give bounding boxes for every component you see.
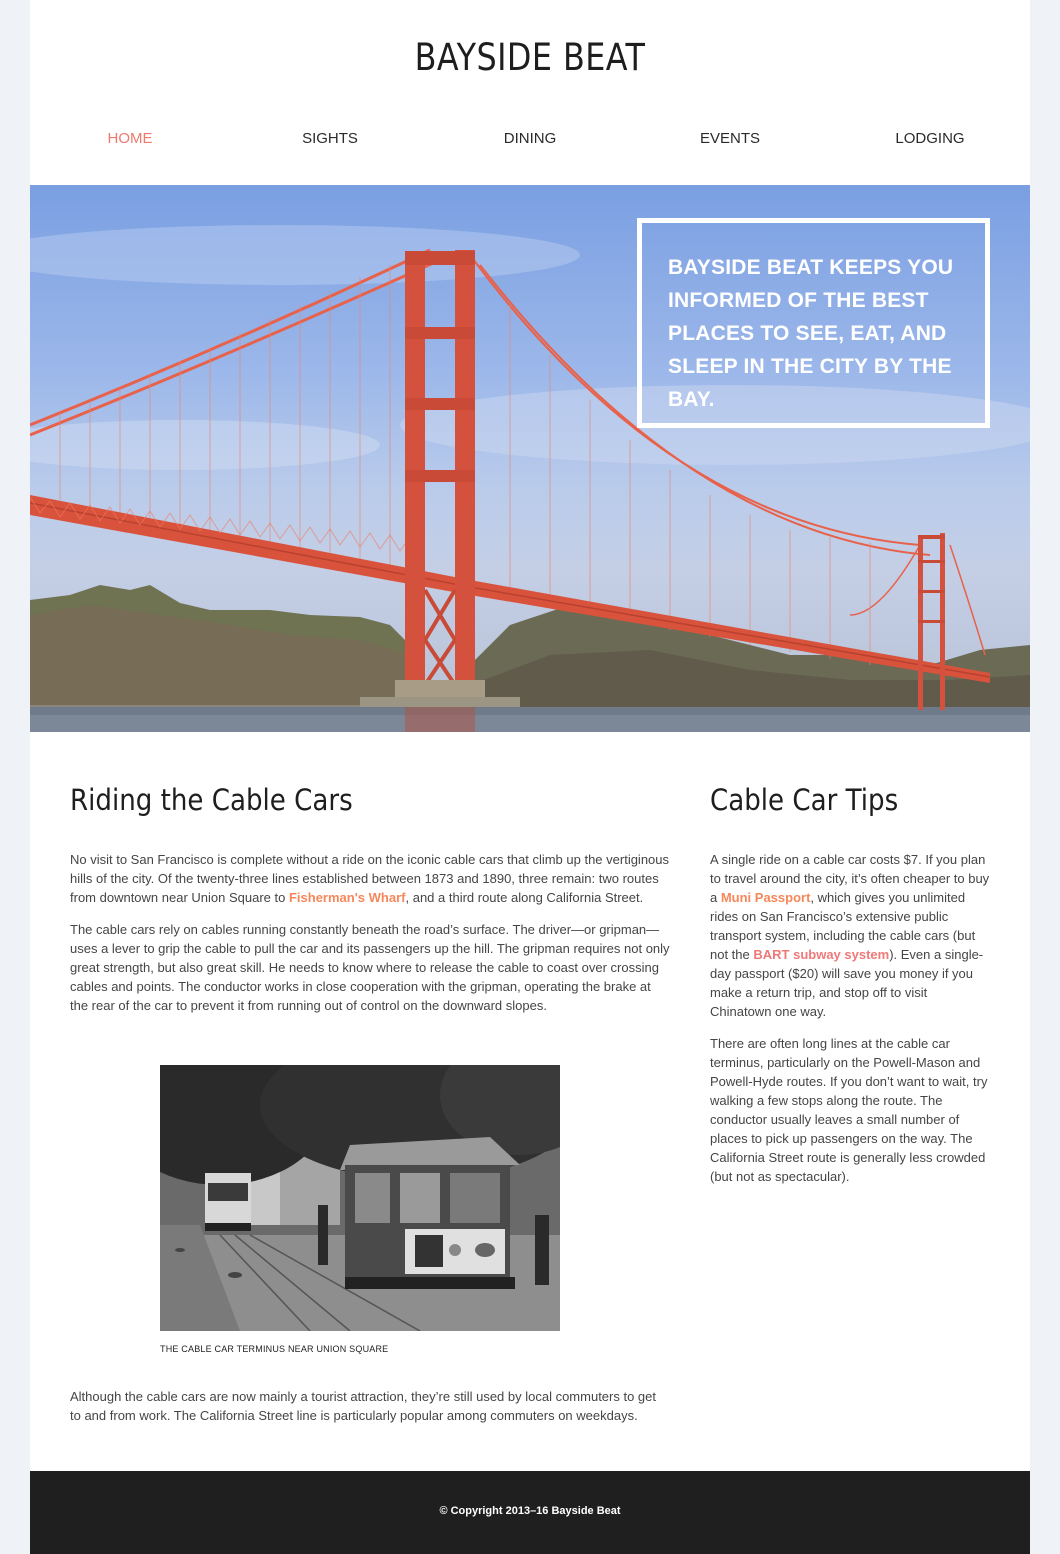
- nav-item-events[interactable]: EVENTS: [630, 129, 830, 153]
- bart-subway-link[interactable]: BART subway system: [753, 947, 889, 962]
- nav-item-dining[interactable]: DINING: [430, 129, 630, 153]
- nav-item-home[interactable]: HOME: [30, 129, 230, 153]
- figure-caption: THE CABLE CAR TERMINUS NEAR UNION SQUARE: [160, 1344, 389, 1354]
- hero-banner: BAYSIDE BEAT KEEPS YOU INFORMED OF THE B…: [30, 185, 1030, 732]
- cable-car-image: [160, 1065, 560, 1331]
- page-container: BAYSIDE BEAT HOME SIGHTS DINING EVENTS L…: [30, 0, 1030, 1554]
- nav-item-sights[interactable]: SIGHTS: [230, 129, 430, 153]
- main-article: Riding the Cable Cars No visit to San Fr…: [70, 780, 670, 1423]
- site-footer: © Copyright 2013–16 Bayside Beat: [30, 1471, 1030, 1554]
- main-nav: HOME SIGHTS DINING EVENTS LODGING: [30, 129, 1030, 153]
- copyright-text: © Copyright 2013–16 Bayside Beat: [439, 1505, 621, 1517]
- article-paragraph: Although the cable cars are now mainly a…: [70, 1389, 657, 1423]
- article-paragraph: The cable cars rely on cables running co…: [70, 922, 670, 1013]
- site-title: BAYSIDE BEAT: [414, 36, 646, 79]
- article-paragraph: No visit to San Francisco is complete wi…: [70, 850, 670, 907]
- cable-car-figure: THE CABLE CAR TERMINUS NEAR UNION SQUARE: [160, 1065, 560, 1354]
- hero-tagline-box: BAYSIDE BEAT KEEPS YOU INFORMED OF THE B…: [637, 218, 990, 428]
- sidebar-heading: Cable Car Tips: [710, 783, 899, 817]
- sidebar-paragraph: There are often long lines at the cable …: [710, 1036, 988, 1184]
- cable-car-photo: [160, 1065, 560, 1331]
- hero-tagline: BAYSIDE BEAT KEEPS YOU INFORMED OF THE B…: [668, 256, 954, 411]
- paragraph-text: , and a third route along California Str…: [405, 890, 644, 905]
- fishermans-wharf-link[interactable]: Fisherman's Wharf: [289, 890, 406, 905]
- article-heading: Riding the Cable Cars: [70, 783, 353, 817]
- sidebar-paragraph: A single ride on a cable car costs $7. I…: [710, 850, 992, 1021]
- sidebar: Cable Car Tips A single ride on a cable …: [710, 780, 992, 1199]
- muni-passport-link[interactable]: Muni Passport: [721, 890, 811, 905]
- nav-item-lodging[interactable]: LODGING: [830, 129, 1030, 153]
